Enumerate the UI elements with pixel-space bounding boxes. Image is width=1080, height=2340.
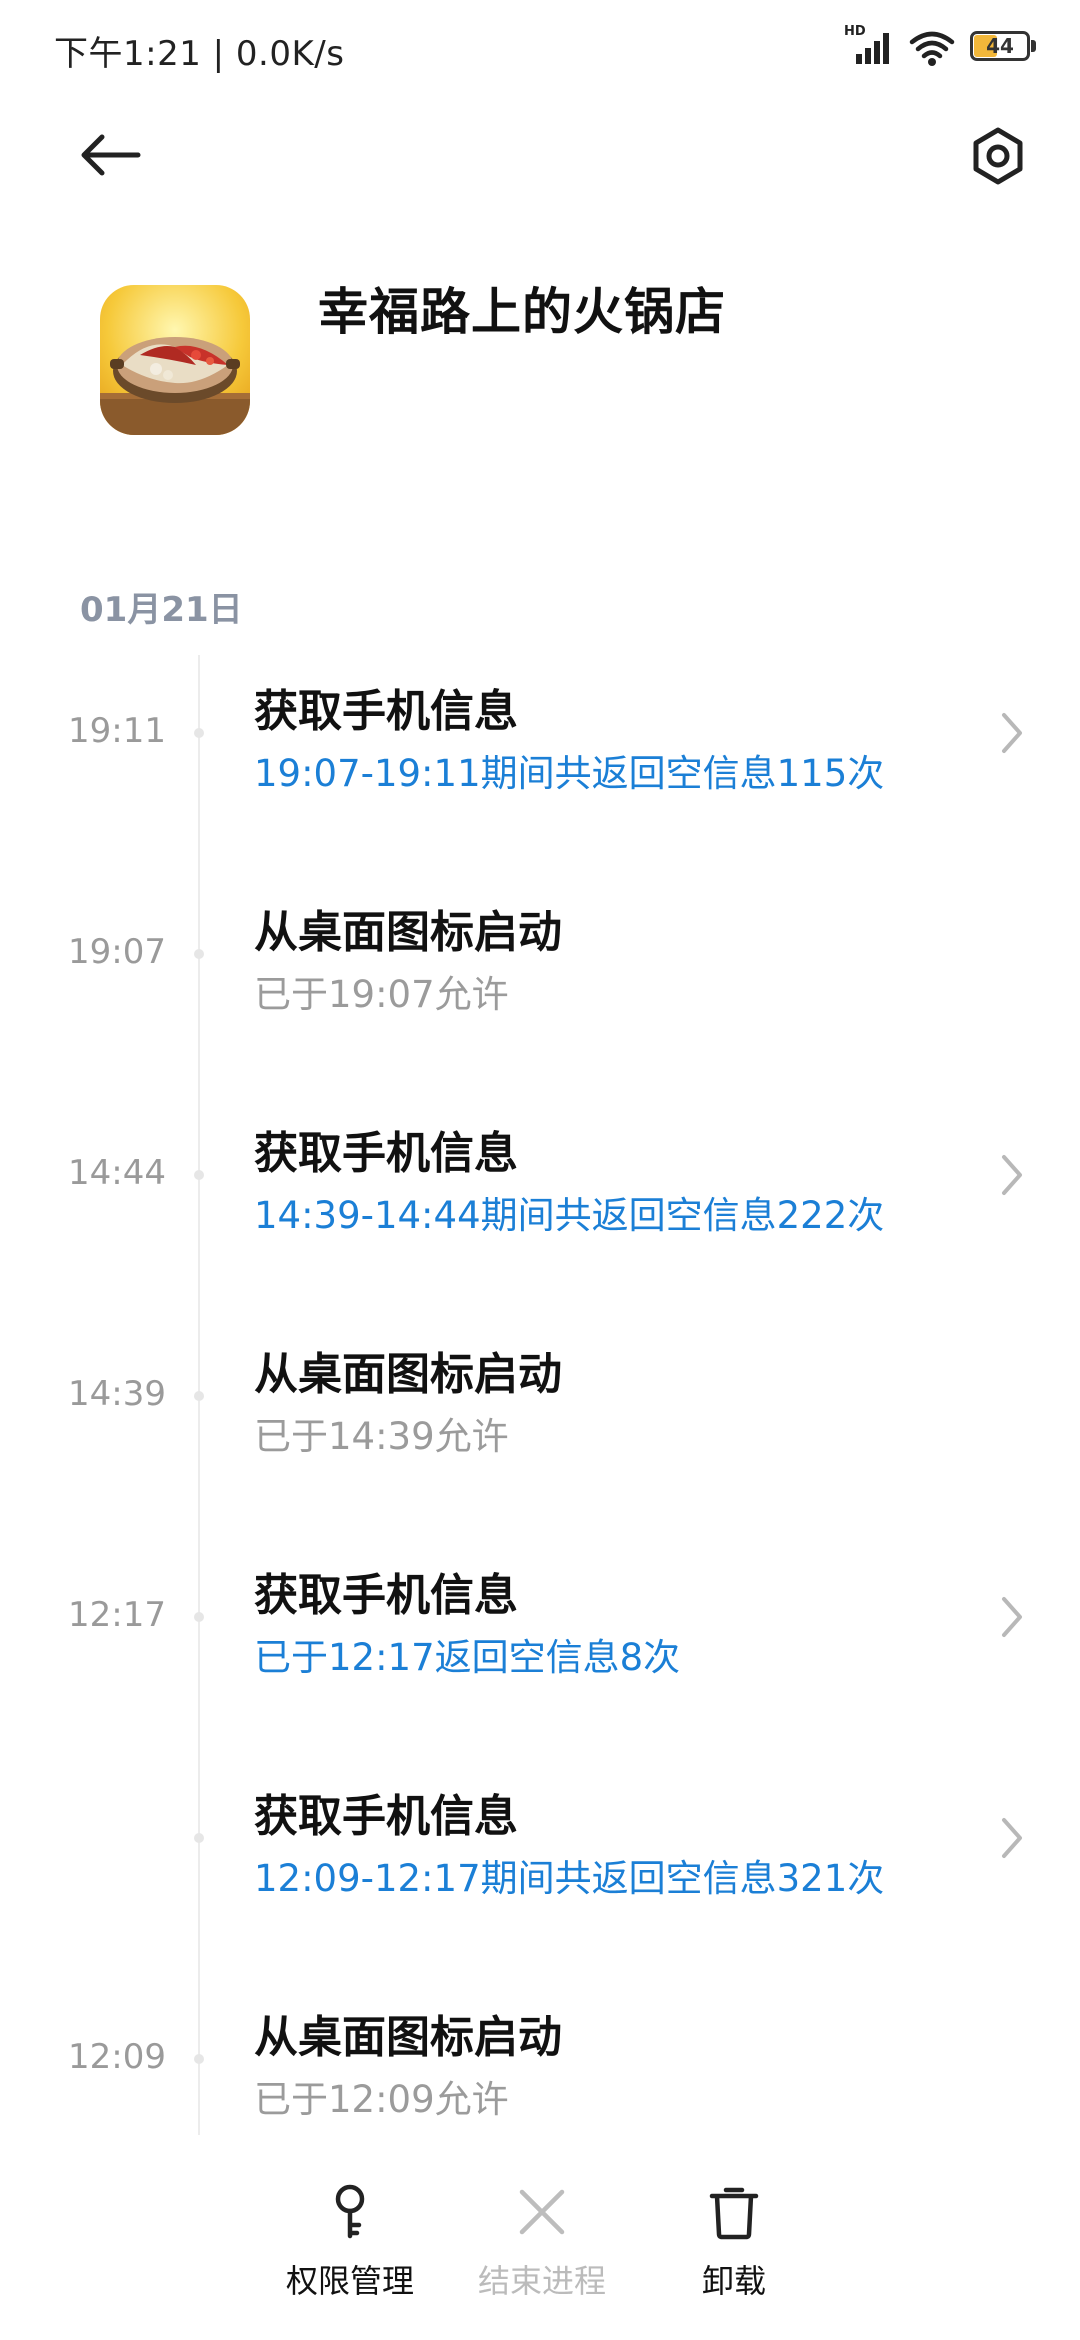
chevron-right-icon	[1002, 713, 1022, 753]
item-title: 获取手机信息	[254, 1128, 518, 1179]
date-label: 01月21日	[80, 590, 243, 630]
uninstall-button[interactable]: 卸载	[644, 2182, 824, 2312]
item-detail: 19:07-19:11期间共返回空信息115次	[254, 752, 885, 795]
item-title: 获取手机信息	[254, 1570, 518, 1621]
back-arrow-icon	[81, 134, 141, 176]
settings-icon	[973, 127, 1023, 185]
timeline-item[interactable]: 12:17 获取手机信息 已于12:17返回空信息8次	[0, 1549, 1080, 1749]
item-detail: 已于19:07允许	[254, 973, 509, 1016]
item-title: 从桌面图标启动	[254, 2012, 562, 2063]
battery-level: 44	[986, 34, 1014, 58]
item-detail: 12:09-12:17期间共返回空信息321次	[254, 1857, 885, 1900]
app-name: 幸福路上的火锅店	[318, 283, 726, 341]
timeline-item[interactable]: 19:11 获取手机信息 19:07-19:11期间共返回空信息115次	[0, 665, 1080, 865]
chevron-right-icon	[1002, 1818, 1022, 1858]
network-tag: HD	[844, 24, 866, 39]
item-detail: 已于12:09允许	[254, 2078, 509, 2121]
timeline-dot	[194, 1833, 204, 1843]
timeline-item: 19:07 从桌面图标启动 已于19:07允许	[0, 886, 1080, 1086]
chevron-right-icon	[1002, 1597, 1022, 1637]
item-title: 从桌面图标启动	[254, 1349, 562, 1400]
close-icon	[519, 2189, 565, 2235]
timeline-dot	[194, 1170, 204, 1180]
item-title: 获取手机信息	[254, 1791, 518, 1842]
timeline-dot	[194, 949, 204, 959]
settings-button[interactable]	[960, 118, 1036, 194]
signal-icon: HD	[844, 24, 894, 68]
end-process-label: 结束进程	[477, 2262, 606, 2300]
timeline-dot	[194, 2054, 204, 2064]
item-detail: 已于14:39允许	[254, 1415, 509, 1458]
bottom-action-bar: 权限管理 结束进程 卸载	[0, 2150, 1080, 2340]
item-title: 获取手机信息	[254, 686, 518, 737]
back-button[interactable]	[70, 120, 150, 190]
status-time-speed: 下午1:21 | 0.0K/s	[54, 34, 345, 74]
key-icon	[335, 2184, 365, 2239]
permissions-label: 权限管理	[285, 2262, 414, 2300]
hotpot-app-icon	[100, 285, 250, 435]
trash-icon	[709, 2187, 759, 2240]
item-time: 14:44	[68, 1153, 166, 1193]
end-process-button[interactable]: 结束进程	[452, 2182, 632, 2312]
status-bar: 下午1:21 | 0.0K/s HD 44	[0, 0, 1080, 96]
timeline-dot	[194, 1612, 204, 1622]
timeline-item: 14:39 从桌面图标启动 已于14:39允许	[0, 1328, 1080, 1528]
timeline-dot	[194, 1391, 204, 1401]
item-time: 12:17	[68, 1595, 166, 1635]
item-time: 12:09	[68, 2037, 166, 2077]
battery-icon: 44	[970, 31, 1040, 65]
wifi-icon	[908, 28, 956, 68]
timeline-item[interactable]: 14:44 获取手机信息 14:39-14:44期间共返回空信息222次	[0, 1107, 1080, 1307]
status-icons: HD 44	[844, 24, 1040, 70]
item-time: 19:07	[68, 932, 166, 972]
item-time: 14:39	[68, 1374, 166, 1414]
app-usage-record-page: 下午1:21 | 0.0K/s HD 44 幸福路上的火锅店 01月21日 19…	[0, 0, 1080, 2340]
item-detail: 已于12:17返回空信息8次	[254, 1636, 681, 1679]
permissions-button[interactable]: 权限管理	[260, 2182, 440, 2312]
item-title: 从桌面图标启动	[254, 907, 562, 958]
timeline-item[interactable]: 获取手机信息 12:09-12:17期间共返回空信息321次	[0, 1770, 1080, 1970]
item-time: 19:11	[68, 711, 166, 751]
chevron-right-icon	[1002, 1155, 1022, 1195]
item-detail: 14:39-14:44期间共返回空信息222次	[254, 1194, 885, 1237]
timeline-dot	[194, 728, 204, 738]
uninstall-label: 卸载	[701, 2262, 766, 2300]
